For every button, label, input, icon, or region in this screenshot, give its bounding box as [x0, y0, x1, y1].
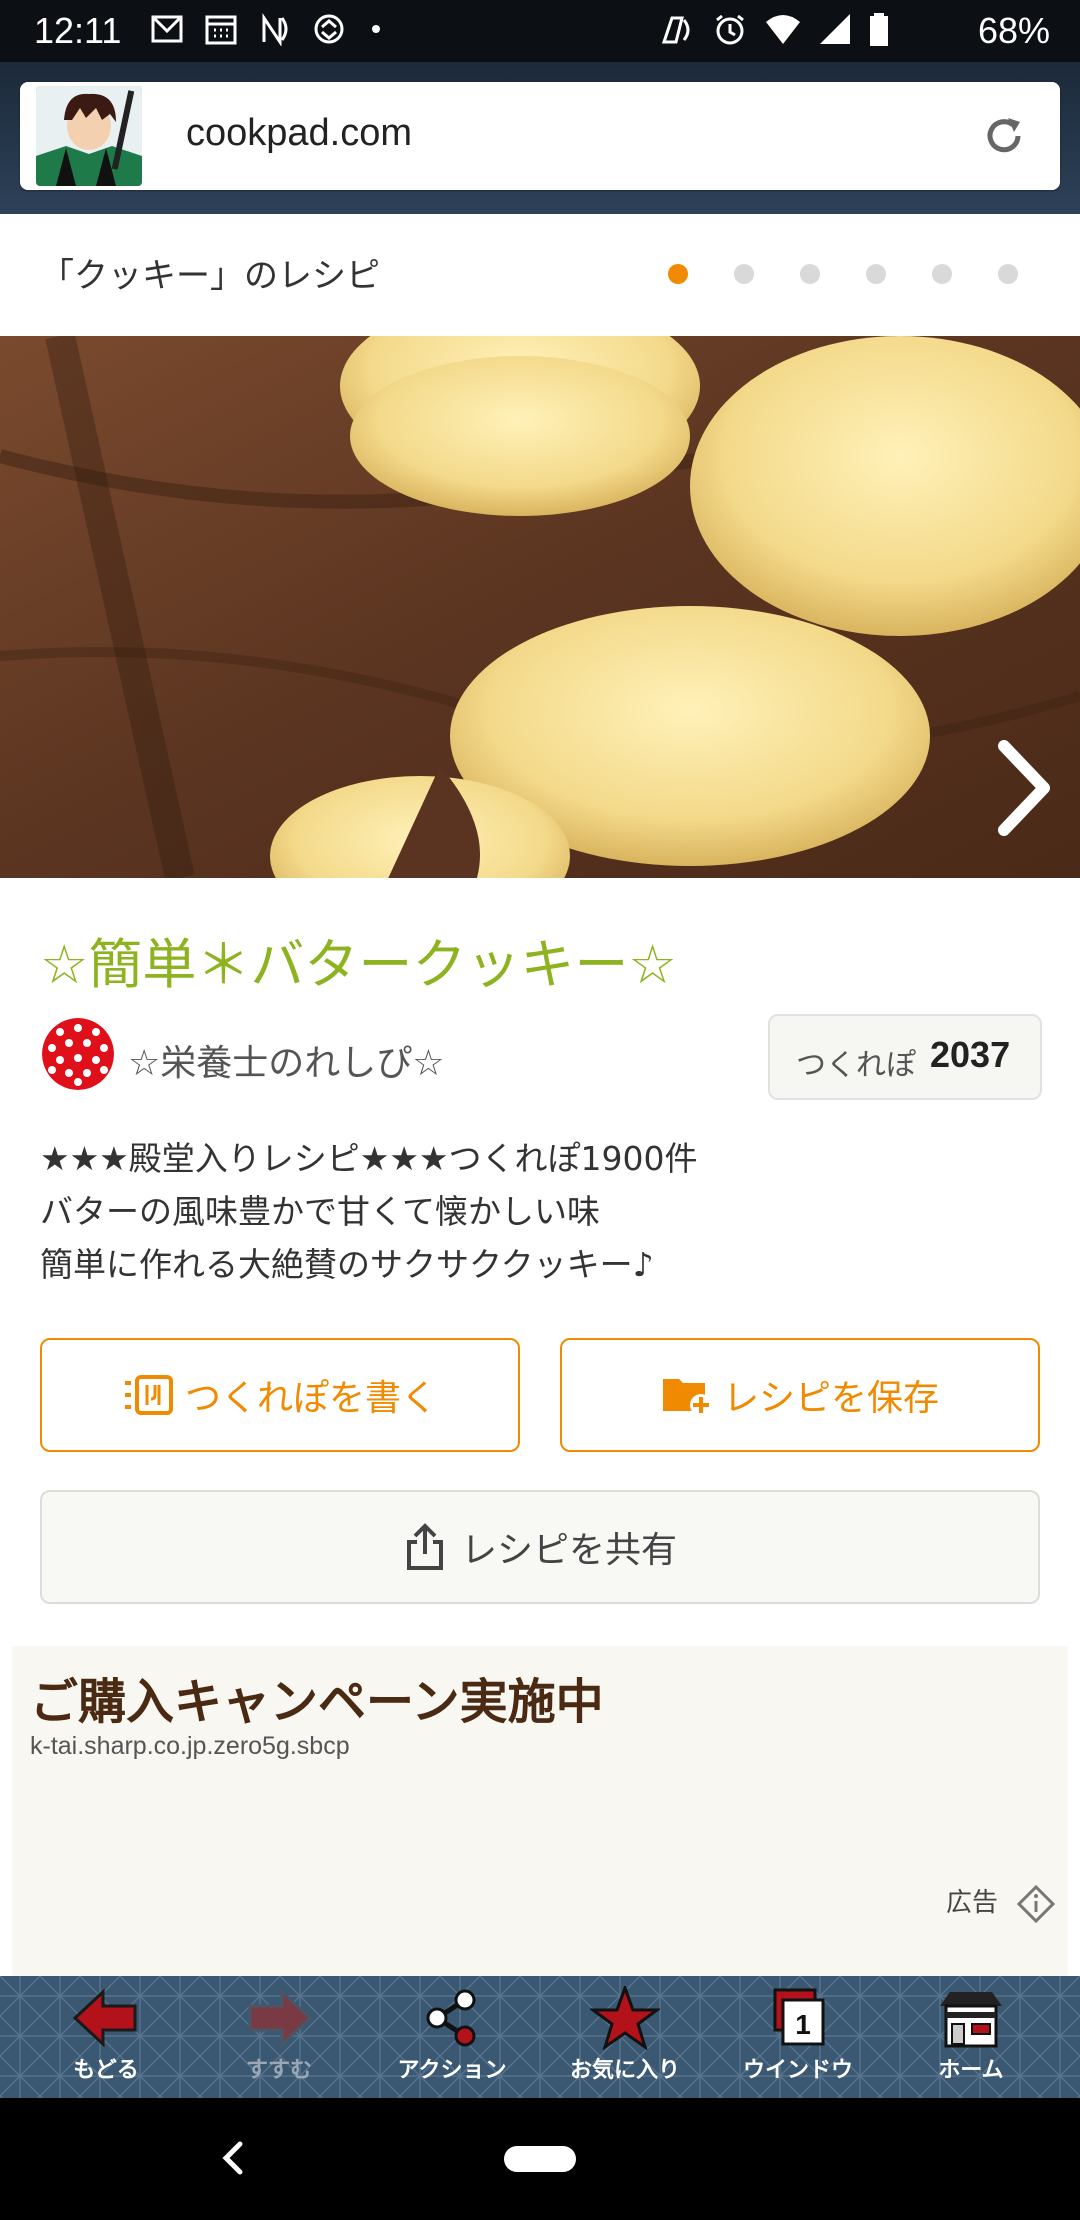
carousel-dot[interactable]	[800, 264, 820, 284]
notification-icon	[151, 15, 183, 43]
wifi-icon	[766, 15, 800, 44]
tsukurepo-label: つくれぽ	[796, 1048, 916, 1083]
profile-avatar[interactable]	[36, 86, 142, 186]
nfc-icon	[262, 13, 288, 46]
share-recipe-button[interactable]: レシピを共有	[40, 1490, 1040, 1604]
recipe-list-title: 「クッキー」のレシピ	[40, 256, 380, 296]
nav-home-pill[interactable]	[504, 2146, 576, 2172]
share-icon	[406, 1523, 443, 1570]
sync-icon	[314, 14, 344, 44]
status-bar: 12:11 68%	[0, 0, 1080, 62]
toolbar-favorites-button[interactable]: お気に入り	[555, 1986, 695, 2094]
status-time: 12:11	[34, 10, 122, 51]
author-name[interactable]: ☆栄養士のれしぴ☆	[128, 1034, 445, 1086]
toolbar-label: ホーム	[938, 2058, 1004, 2083]
write-tsukurepo-label: つくれぽを書く	[184, 1378, 437, 1419]
window-count: 1	[795, 2009, 811, 2040]
ad-label: 広告	[946, 1888, 999, 1918]
author-avatar[interactable]	[42, 1018, 114, 1090]
alarm-icon	[716, 14, 744, 45]
url-bar[interactable]	[20, 82, 1060, 190]
forward-arrow-icon	[248, 1988, 313, 2048]
toolbar-windows-button[interactable]: 1 ウインドウ	[728, 1986, 868, 2094]
carousel-dot[interactable]	[932, 264, 952, 284]
signal-icon	[820, 14, 850, 44]
status-icons-right	[658, 12, 890, 48]
ad-title[interactable]: ご購入キャンペーン実施中	[30, 1662, 604, 1732]
toolbar-label: ウインドウ	[742, 2058, 853, 2083]
ad-url[interactable]: k-tai.sharp.co.jp.zero5g.sbcp	[30, 1732, 350, 1761]
carousel-dot[interactable]	[734, 264, 754, 284]
calendar-icon	[205, 15, 237, 45]
carousel-dot[interactable]	[866, 264, 886, 284]
toolbar-label: お気に入り	[569, 2058, 680, 2083]
status-icons-left	[150, 12, 386, 46]
save-recipe-button[interactable]: レシピを保存	[560, 1338, 1040, 1452]
recipe-description-line: 簡単に作れる大絶賛のサクサククッキー♪	[40, 1245, 654, 1284]
next-image-icon[interactable]	[994, 740, 1054, 836]
battery-percentage: 68%	[977, 10, 1050, 51]
windows-icon: 1	[773, 1988, 825, 2046]
nav-back-icon[interactable]	[218, 2140, 248, 2176]
carousel-dot[interactable]	[668, 264, 688, 284]
carousel-dot[interactable]	[998, 264, 1018, 284]
toolbar-home-button[interactable]: ホーム	[901, 1986, 1041, 2094]
folder-add-icon	[662, 1379, 712, 1416]
tsukurepo-count: 2037	[930, 1034, 1011, 1075]
toolbar-label: すすむ	[245, 2058, 312, 2083]
nfc-icon	[661, 16, 690, 44]
star-icon	[590, 1986, 660, 2050]
home-icon	[940, 1992, 1002, 2048]
battery-icon	[870, 13, 888, 46]
recipe-photo[interactable]	[0, 336, 1080, 878]
recipe-description-line: バターの風味豊かで甘くて懐かしい味	[40, 1192, 601, 1231]
reload-icon[interactable]	[980, 112, 1028, 160]
recipe-title[interactable]: ☆簡単＊バタークッキー☆	[40, 920, 677, 999]
toolbar-forward-button[interactable]: すすむ	[209, 1986, 349, 2094]
ad-info-icon[interactable]	[1016, 1884, 1056, 1924]
toolbar-action-button[interactable]: アクション	[382, 1986, 522, 2094]
toolbar-label: もどる	[73, 2058, 139, 2083]
toolbar-label: アクション	[397, 2058, 507, 2083]
share-nodes-icon	[426, 1989, 476, 2047]
carousel-dots	[668, 264, 1018, 284]
save-recipe-label: レシピを保存	[722, 1378, 939, 1419]
back-arrow-icon	[72, 1988, 137, 2048]
toolbar-back-button[interactable]: もどる	[36, 1986, 176, 2094]
write-report-icon	[124, 1375, 173, 1415]
share-recipe-label: レシピを共有	[460, 1530, 677, 1571]
dot-icon	[372, 25, 380, 33]
recipe-description-line: ★★★殿堂入りレシピ★★★つくれぽ1900件	[40, 1139, 698, 1178]
url-text[interactable]: cookpad.com	[186, 112, 412, 155]
write-tsukurepo-button[interactable]: つくれぽを書く	[40, 1338, 520, 1452]
